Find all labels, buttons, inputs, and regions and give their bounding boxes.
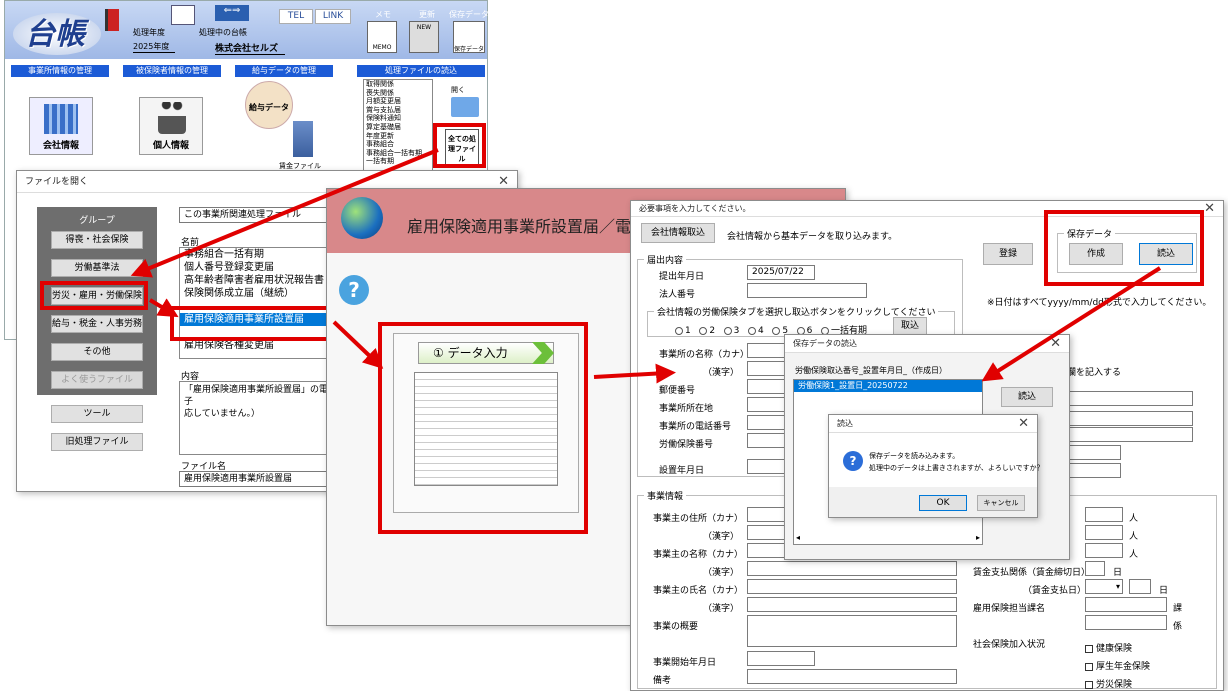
arrow-group-to-file xyxy=(148,298,179,318)
arrow-step-to-form xyxy=(593,363,676,384)
arrow-file-to-step xyxy=(332,320,384,369)
flow-arrows xyxy=(130,148,1162,384)
arrow-all-files-to-group xyxy=(130,148,439,278)
arrow-load-to-list xyxy=(981,266,1162,382)
